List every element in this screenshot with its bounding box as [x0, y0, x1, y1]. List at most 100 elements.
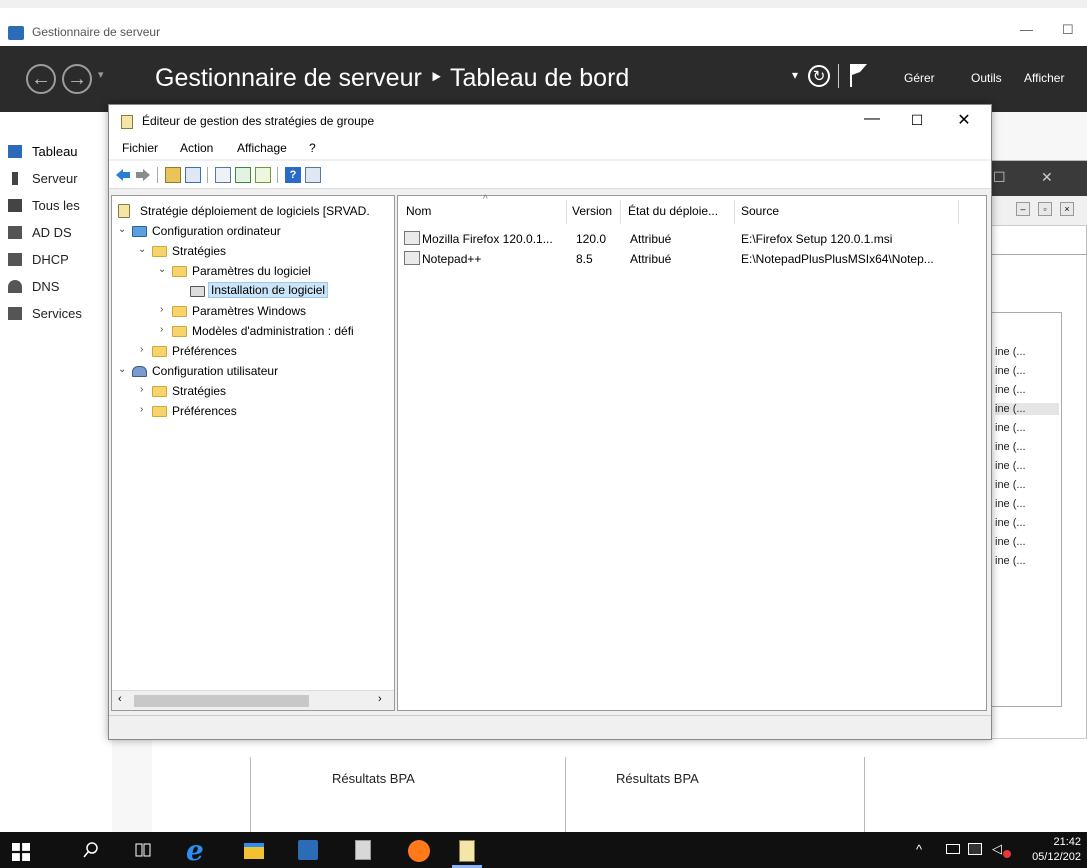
list-item[interactable]: ine (... [995, 422, 1059, 434]
sidebar-item-services[interactable]: Services [8, 304, 112, 326]
column-divider[interactable] [620, 200, 621, 224]
list-item[interactable]: ine (... [995, 555, 1059, 567]
restore-icon[interactable]: ▫ [1038, 202, 1052, 216]
scroll-right-icon[interactable]: › [378, 693, 382, 705]
list-item[interactable]: ine (... [995, 536, 1059, 548]
divider [988, 254, 1087, 255]
menu-view[interactable]: Afficher [1024, 71, 1064, 85]
gpo-editor-icon[interactable] [459, 840, 475, 862]
maximize-button[interactable]: ☐ [902, 112, 932, 129]
chevron-down-icon[interactable]: ⌄ [158, 264, 168, 275]
scroll-left-icon[interactable]: ‹ [118, 693, 122, 705]
flag-icon[interactable] [848, 62, 868, 88]
search-icon[interactable] [82, 841, 100, 859]
close-button[interactable]: ✕ [949, 110, 979, 130]
back-icon[interactable] [115, 167, 131, 183]
refresh-icon[interactable]: ↻ [808, 65, 830, 87]
maximize-button[interactable]: ☐ [1062, 22, 1074, 38]
sidebar-item-local-server[interactable]: Serveur [8, 169, 112, 191]
list-item[interactable]: ine (... [995, 517, 1059, 529]
tree-item-label: Préférences [172, 344, 237, 358]
msi-package-icon [404, 251, 420, 265]
server-manager-header: ← → ▾ Gestionnaire de serveur ‣ Tableau … [0, 46, 1087, 112]
close-icon[interactable]: × [1060, 202, 1074, 216]
network-icon[interactable] [968, 843, 982, 855]
firefox-icon[interactable] [408, 840, 430, 862]
sidebar-item-dhcp[interactable]: DHCP [8, 250, 112, 272]
file-explorer-icon[interactable] [244, 843, 264, 859]
folder-icon [152, 346, 167, 357]
task-view-icon[interactable] [134, 841, 152, 859]
folder-icon [172, 306, 187, 317]
toolbar-separator [157, 167, 158, 183]
maximize-icon[interactable]: ☐ [993, 169, 1006, 186]
minimize-icon[interactable]: – [1016, 202, 1030, 216]
sidebar-item-dns[interactable]: DNS [8, 277, 112, 299]
chevron-right-icon[interactable]: › [140, 404, 150, 415]
keyboard-icon[interactable] [946, 844, 960, 854]
up-folder-icon[interactable] [165, 167, 181, 183]
cell-source: E:\NotepadPlusPlusMSIx64\Notep... [741, 252, 934, 266]
action-pane-icon[interactable] [305, 167, 321, 183]
gpo-management-icon[interactable] [355, 840, 371, 860]
chevron-down-icon[interactable]: ⌄ [118, 224, 128, 235]
chevron-right-icon[interactable]: › [140, 344, 150, 355]
column-header-source[interactable]: Source [741, 204, 779, 226]
sidebar-item-ad-ds[interactable]: AD DS [8, 223, 112, 245]
list-item[interactable]: ine (... [995, 460, 1059, 472]
show-hidden-icons-icon[interactable]: ^ [916, 842, 922, 857]
refresh-icon[interactable] [235, 167, 251, 183]
chevron-right-icon[interactable]: › [160, 304, 170, 315]
bpa-tile[interactable] [565, 757, 865, 832]
menu-help[interactable]: ? [309, 141, 316, 155]
menu-view[interactable]: Affichage [237, 141, 287, 155]
dropdown-arrow-icon[interactable]: ▾ [792, 68, 798, 82]
table-row[interactable]: Notepad++ 8.5 Attribué E:\NotepadPlusPlu… [400, 249, 984, 269]
list-item[interactable]: ine (... [995, 384, 1059, 396]
list-item[interactable]: ine (... [995, 365, 1059, 377]
forward-icon[interactable] [135, 167, 151, 183]
list-item[interactable]: ine (... [995, 479, 1059, 491]
column-header-version[interactable]: Version [572, 204, 612, 226]
minimize-button[interactable]: — [857, 110, 887, 128]
menu-tools[interactable]: Outils [971, 71, 1002, 85]
volume-muted-icon[interactable]: ◁ [992, 841, 1002, 857]
column-header-name[interactable]: Nom [406, 204, 431, 226]
bpa-results-label[interactable]: Résultats BPA [332, 771, 415, 786]
menu-action[interactable]: Action [180, 141, 213, 155]
chevron-down-icon[interactable]: ⌄ [138, 244, 148, 255]
chevron-down-icon[interactable]: ⌄ [118, 364, 128, 375]
clock[interactable]: 21:42 05/12/202 [1032, 835, 1081, 865]
menu-manage[interactable]: Gérer [904, 71, 935, 85]
back-arrow-icon[interactable]: ← [26, 64, 56, 94]
help-icon[interactable]: ? [285, 167, 301, 183]
tree-horizontal-scrollbar[interactable]: ‹ › [112, 690, 394, 710]
column-divider[interactable] [734, 200, 735, 224]
column-header-deployment-state[interactable]: État du déploie... [628, 204, 718, 226]
export-list-icon[interactable] [255, 167, 271, 183]
table-row[interactable]: Mozilla Firefox 120.0.1... 120.0 Attribu… [400, 229, 984, 249]
menu-file[interactable]: Fichier [122, 141, 158, 155]
properties-icon[interactable] [215, 167, 231, 183]
scrollbar-thumb[interactable] [134, 695, 309, 707]
forward-arrow-icon[interactable]: → [62, 64, 92, 94]
column-divider[interactable] [958, 200, 959, 224]
column-divider[interactable] [566, 200, 567, 224]
list-item[interactable]: ine (... [995, 498, 1059, 510]
bpa-results-label[interactable]: Résultats BPA [616, 771, 699, 786]
sidebar-item-all-servers[interactable]: Tous les [8, 196, 112, 218]
list-item[interactable]: ine (... [995, 403, 1059, 415]
bpa-tile[interactable] [250, 757, 565, 832]
server-manager-icon[interactable] [298, 840, 318, 860]
close-icon[interactable]: ✕ [1041, 169, 1053, 186]
chevron-right-icon[interactable]: › [140, 384, 150, 395]
windows-start-icon[interactable] [12, 843, 30, 861]
list-item[interactable]: ine (... [995, 346, 1059, 358]
list-item[interactable]: ine (... [995, 441, 1059, 453]
sidebar-item-dashboard[interactable]: Tableau [8, 142, 112, 164]
minimize-button[interactable]: — [1020, 22, 1033, 37]
chevron-right-icon[interactable]: › [160, 324, 170, 335]
chevron-down-icon[interactable]: ▾ [98, 68, 104, 81]
show-hide-tree-icon[interactable] [185, 167, 201, 183]
internet-explorer-icon[interactable]: e [186, 834, 204, 867]
